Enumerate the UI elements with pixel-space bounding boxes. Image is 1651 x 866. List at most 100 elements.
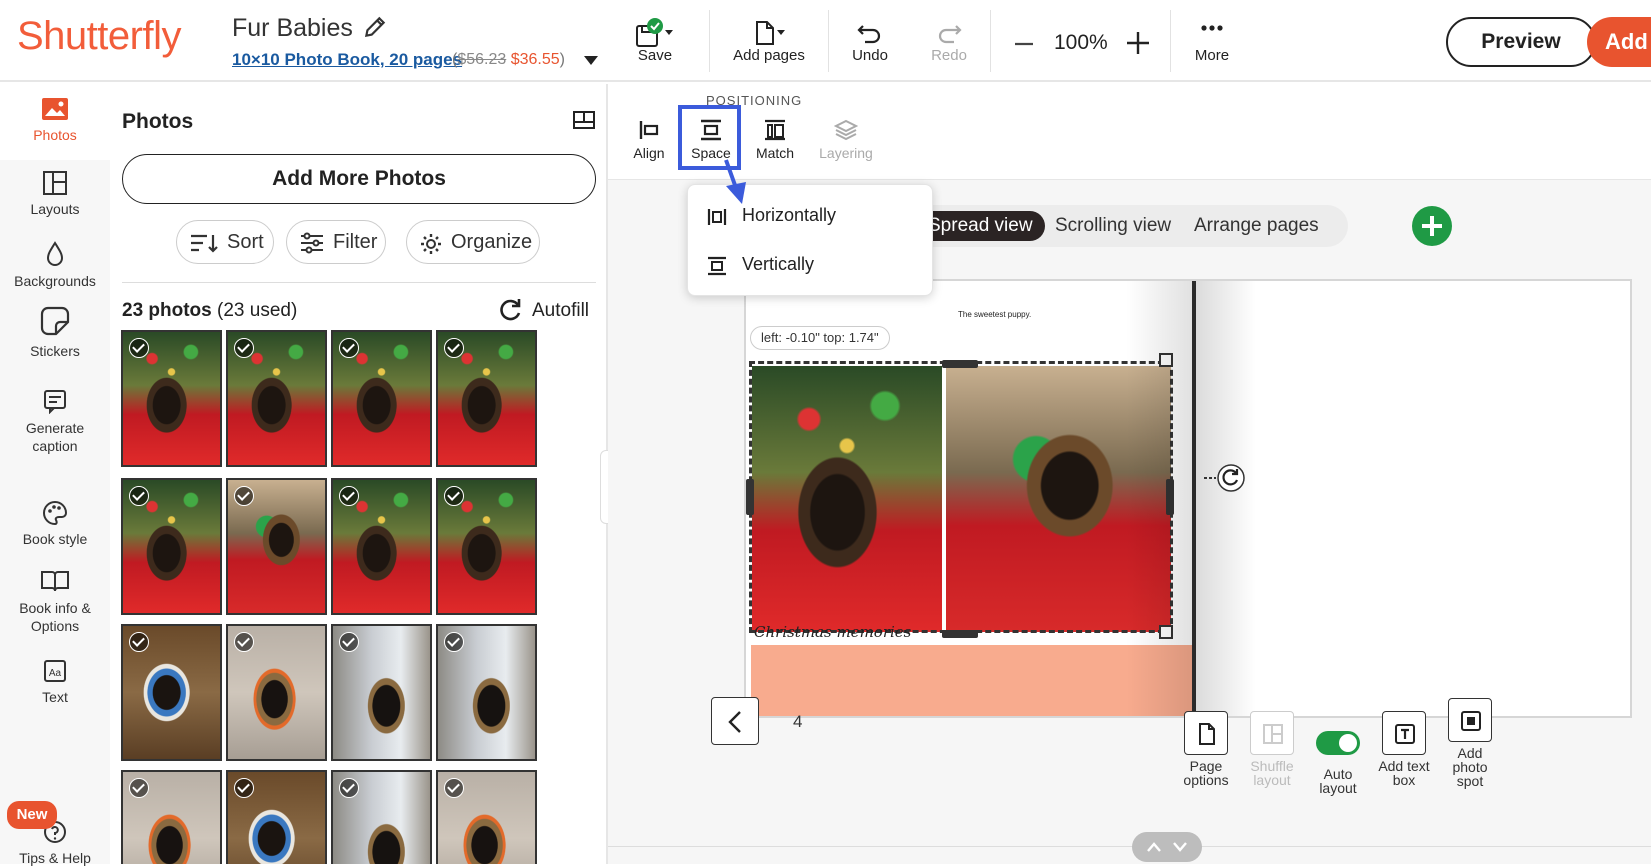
photo-thumbnail[interactable] xyxy=(226,330,327,467)
add-text-box-button[interactable]: Add text box xyxy=(1372,711,1436,787)
filter-button[interactable]: Filter xyxy=(286,220,386,264)
rail-item-generate-caption[interactable]: Generate caption xyxy=(0,388,110,455)
photo-thumbnail[interactable] xyxy=(121,330,222,467)
auto-layout-toggle[interactable]: Auto layout xyxy=(1306,721,1370,795)
redo-button[interactable]: Redo xyxy=(919,8,979,74)
check-icon xyxy=(444,486,464,506)
zoom-level: 100% xyxy=(1054,31,1108,54)
page-options-button[interactable]: Page options xyxy=(1174,711,1238,787)
panel-view-toggle-icon[interactable] xyxy=(572,110,596,132)
toggle-switch[interactable] xyxy=(1316,731,1360,755)
add-page-plus-icon[interactable] xyxy=(1412,206,1452,246)
collapse-toolbar-button[interactable] xyxy=(1132,832,1202,862)
undo-button[interactable]: Undo xyxy=(840,8,900,74)
photo-thumbnail[interactable] xyxy=(121,624,222,761)
resize-handle[interactable] xyxy=(942,360,978,368)
more-dots-icon xyxy=(1201,25,1223,31)
rail-item-book-style[interactable]: Book style xyxy=(0,500,110,547)
tab-arrange-pages[interactable]: Arrange pages xyxy=(1182,211,1331,241)
photo-thumbnail[interactable] xyxy=(436,770,537,864)
positioning-toolbar: POSITIONING Align Space Match Layering xyxy=(608,84,1651,180)
left-rail: Photos Layouts Backgrounds Stickers Gene… xyxy=(0,84,110,866)
rail-item-stickers[interactable]: Stickers xyxy=(0,304,110,359)
page-number: 4 xyxy=(793,712,803,731)
resize-handle[interactable] xyxy=(942,630,978,638)
photo-thumbnail[interactable] xyxy=(226,624,327,761)
shutterfly-logo[interactable]: Shutterfly xyxy=(17,14,181,59)
add-more-photos-button[interactable]: Add More Photos xyxy=(122,154,596,204)
price: ($56.23 $36.55) xyxy=(452,51,565,68)
check-icon xyxy=(339,338,359,358)
check-icon xyxy=(129,486,149,506)
layering-button[interactable]: Layering xyxy=(811,114,881,172)
left-page[interactable]: The sweetest puppy. left: -0.10" top: 1.… xyxy=(746,281,1194,716)
add-pages-label: Add pages xyxy=(733,47,805,64)
rail-item-label: Book style xyxy=(22,531,88,547)
photo-spot-icon xyxy=(1461,711,1481,731)
organize-label: Organize xyxy=(451,231,533,253)
zoom-in-icon[interactable] xyxy=(1125,30,1151,56)
rail-item-book-info[interactable]: Book info & Options xyxy=(0,568,110,635)
align-button[interactable]: Align xyxy=(618,114,680,172)
rotate-icon[interactable] xyxy=(1204,462,1248,494)
rail-item-text[interactable]: Aa Text xyxy=(0,658,110,705)
sort-button[interactable]: Sort xyxy=(176,220,274,264)
page-fold-shadow xyxy=(1126,281,1194,716)
add-pages-button[interactable]: Add pages xyxy=(724,8,814,74)
shuffle-layout-button[interactable]: Shuffle layout xyxy=(1240,711,1304,787)
previous-page-button[interactable] xyxy=(711,697,759,745)
rail-item-layouts[interactable]: Layouts xyxy=(0,170,110,217)
photo-thumbnail[interactable] xyxy=(436,330,537,467)
toolbar-divider xyxy=(709,10,710,72)
project-subtitle-link[interactable]: 10×10 Photo Book, 20 pages xyxy=(232,50,462,70)
layout-icon xyxy=(43,171,67,195)
script-caption[interactable]: Christmas memories xyxy=(754,623,911,641)
undo-label: Undo xyxy=(852,47,888,64)
check-icon xyxy=(129,338,149,358)
pencil-icon[interactable] xyxy=(362,14,388,40)
photo-thumbnail[interactable] xyxy=(331,624,432,761)
price-old: $56.23 xyxy=(457,51,507,68)
add-to-cart-button[interactable]: Add xyxy=(1587,17,1651,67)
check-icon xyxy=(129,778,149,798)
organize-button[interactable]: Organize xyxy=(406,220,540,264)
rail-item-label: Backgrounds xyxy=(14,273,96,289)
auto-layout-label: Auto layout xyxy=(1319,766,1357,796)
page-caption[interactable]: The sweetest puppy. xyxy=(958,310,1031,319)
photo-thumbnail[interactable] xyxy=(331,478,432,615)
right-page[interactable] xyxy=(1196,281,1632,716)
tab-scrolling-view[interactable]: Scrolling view xyxy=(1043,211,1183,241)
photo-thumbnail[interactable] xyxy=(331,330,432,467)
page-options-label: Page options xyxy=(1183,758,1229,788)
rail-item-label: Stickers xyxy=(30,343,80,359)
rail-item-backgrounds[interactable]: Backgrounds xyxy=(0,240,110,289)
photo-thumbnail[interactable] xyxy=(436,624,537,761)
save-button[interactable]: Save xyxy=(625,8,685,74)
photo-thumbnail[interactable] xyxy=(121,478,222,615)
tab-spread-view[interactable]: Spread view xyxy=(916,211,1045,241)
zoom-out-icon[interactable] xyxy=(1012,32,1036,56)
photo-thumbnail[interactable] xyxy=(436,478,537,615)
resize-handle[interactable] xyxy=(746,479,754,515)
shuffle-layout-label: Shuffle layout xyxy=(1250,758,1294,788)
more-button[interactable]: More xyxy=(1180,8,1244,74)
photo-thumbnail[interactable] xyxy=(121,770,222,864)
preview-button[interactable]: Preview xyxy=(1446,17,1596,67)
autofill-button[interactable]: Autofill xyxy=(496,296,589,330)
page-icon xyxy=(1199,723,1215,745)
page-spread: The sweetest puppy. left: -0.10" top: 1.… xyxy=(744,279,1632,718)
photo-thumbnail[interactable] xyxy=(331,770,432,864)
check-icon xyxy=(339,632,359,652)
check-icon xyxy=(234,486,254,506)
project-title[interactable]: Fur Babies xyxy=(232,14,353,43)
space-vertical-icon xyxy=(708,256,726,276)
add-photo-spot-button[interactable]: Add photo spot xyxy=(1438,698,1502,788)
photo-thumbnail[interactable] xyxy=(226,478,327,615)
photo-thumbnail[interactable] xyxy=(226,770,327,864)
project-caret-icon[interactable] xyxy=(584,56,598,65)
check-icon xyxy=(339,778,359,798)
sort-label: Sort xyxy=(227,231,264,253)
rail-item-photos[interactable]: Photos xyxy=(0,84,110,160)
check-icon xyxy=(234,632,254,652)
undo-icon xyxy=(857,25,881,44)
